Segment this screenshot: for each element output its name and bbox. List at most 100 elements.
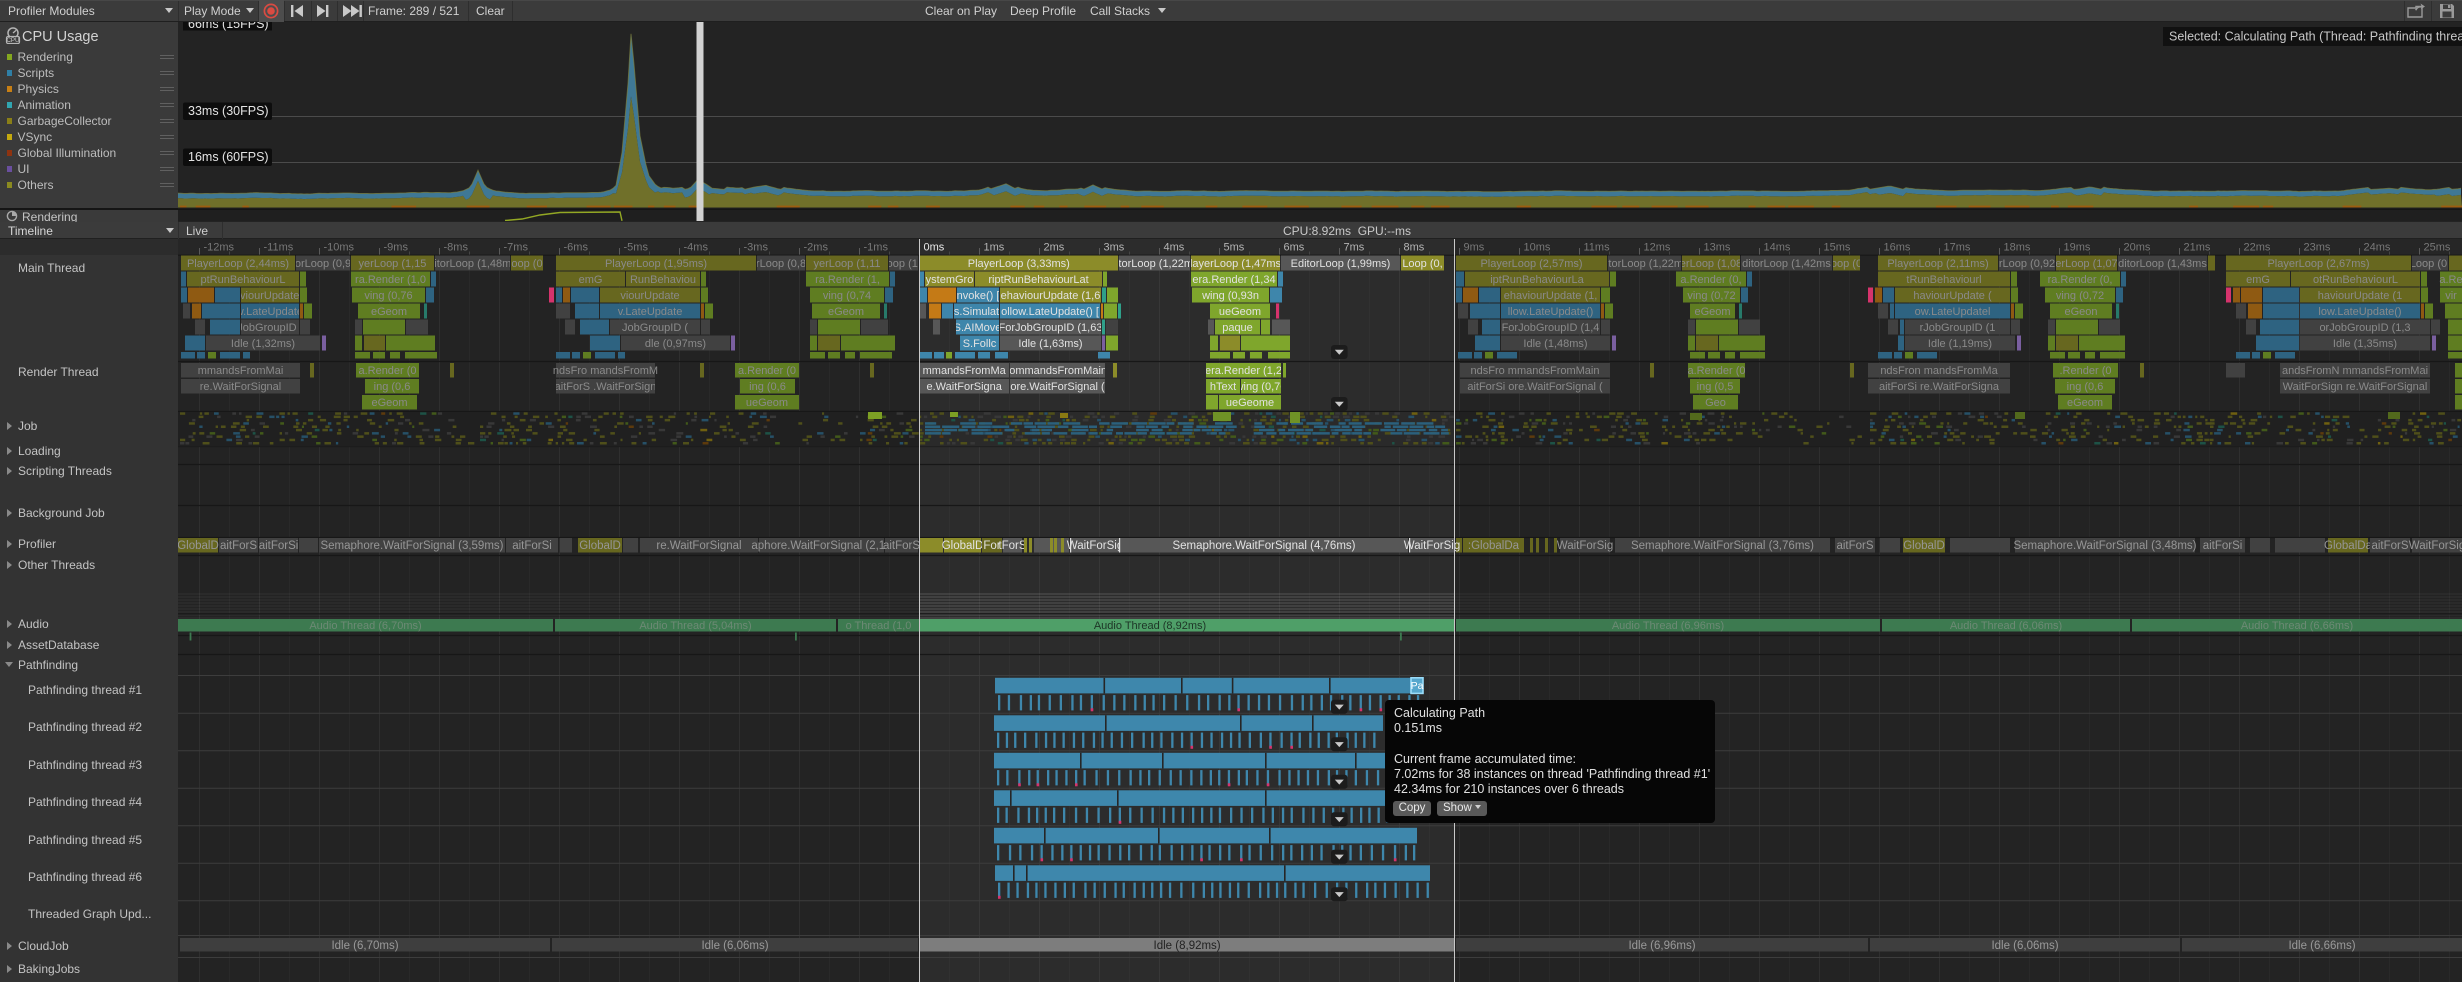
svg-text:Idle (6,06ms): Idle (6,06ms)	[701, 940, 768, 952]
svg-text:GlobalD: GlobalD	[178, 540, 219, 552]
svg-text:ing (0,6: ing (0,6	[374, 381, 411, 393]
svg-text:Idle (1,48ms): Idle (1,48ms)	[1523, 338, 1587, 350]
svg-text:vir: vir	[2445, 290, 2457, 302]
svg-text:Semaphore.WaitForSignal (4,76m: Semaphore.WaitForSignal (4,76ms)	[1172, 540, 1355, 552]
svg-text:aitForS: aitForS	[2371, 540, 2408, 552]
svg-text:Semaphore.WaitForSignal (3,76m: Semaphore.WaitForSignal (3,76ms)	[1631, 540, 1814, 552]
svg-text:e.WaitForSigna: e.WaitForSigna	[926, 381, 1002, 393]
svg-text:a.Render (0: a.Render (0	[358, 365, 416, 377]
svg-text:dle (0,97ms): dle (0,97ms)	[645, 338, 706, 350]
svg-text:-1ms: -1ms	[864, 242, 889, 254]
svg-text:riptRunBehaviourLat: riptRunBehaviourLat	[988, 274, 1088, 286]
svg-text:ditorLoop (1,43ms: ditorLoop (1,43ms	[2118, 258, 2207, 270]
svg-text:Idle (1,19ms): Idle (1,19ms)	[1928, 338, 1992, 350]
svg-text:otRunBehaviourL: otRunBehaviourL	[2313, 274, 2398, 286]
svg-text:7ms: 7ms	[1344, 242, 1365, 254]
svg-text:ehaviourUpdate (1,6: ehaviourUpdate (1,6	[1001, 290, 1101, 302]
svg-text:Idle (6,66ms): Idle (6,66ms)	[2288, 940, 2355, 952]
svg-text:re.WaitForSignal: re.WaitForSignal	[656, 540, 741, 552]
svg-text:ow.LateUpdate(): ow.LateUpdate()	[230, 306, 311, 318]
svg-text:ollow.LateUpdate() [: ollow.LateUpdate() [	[1001, 306, 1099, 318]
svg-text:wing (0,76: wing (0,76	[1235, 381, 1287, 393]
svg-text:PlayerLoop (2,11ms): PlayerLoop (2,11ms)	[1887, 258, 1988, 270]
svg-text:ing (0,6: ing (0,6	[749, 381, 786, 393]
svg-text:ndsFron mandsFromMa: ndsFron mandsFromMa	[1880, 365, 1998, 377]
svg-text:14ms: 14ms	[1764, 242, 1791, 254]
svg-text:aitForSi: aitForSi	[512, 540, 552, 552]
svg-text:GlobalDa: GlobalDa	[2324, 540, 2373, 552]
svg-text:19ms: 19ms	[2064, 242, 2091, 254]
svg-text:ving (0,76: ving (0,76	[364, 290, 412, 302]
svg-text:9ms: 9ms	[1464, 242, 1485, 254]
svg-text:RunBehaviou: RunBehaviou	[630, 274, 696, 286]
svg-text:aitForS: aitForS	[220, 540, 257, 552]
svg-text:eGeom: eGeom	[371, 306, 407, 318]
svg-text:25ms: 25ms	[2424, 242, 2451, 254]
svg-text:erLoop (1,07: erLoop (1,07	[2055, 258, 2117, 270]
svg-text:a.Re: a.Re	[2439, 274, 2462, 286]
svg-text:s.Simulat: s.Simulat	[954, 306, 999, 318]
svg-text:10ms: 10ms	[1524, 242, 1551, 254]
svg-text:66ms (15FPS): 66ms (15FPS)	[188, 22, 269, 31]
svg-text:GlobalD: GlobalD	[579, 540, 621, 552]
svg-text:-7ms: -7ms	[504, 242, 529, 254]
svg-text:haviourUpdate (1: haviourUpdate (1	[2318, 290, 2402, 302]
svg-text:33ms (30FPS): 33ms (30FPS)	[188, 104, 269, 118]
svg-text:hore.WaitForSignal (1: hore.WaitForSignal (1	[1004, 381, 1111, 393]
svg-text:18ms: 18ms	[2004, 242, 2031, 254]
svg-text:itorLoop (1,22m: itorLoop (1,22m	[1606, 258, 1683, 270]
svg-text:Idle (1,63ms): Idle (1,63ms)	[1018, 338, 1082, 350]
svg-text:ving (0,74: ving (0,74	[823, 290, 871, 302]
svg-text:itorLoop (1,22m: itorLoop (1,22m	[1116, 258, 1193, 270]
svg-text:ueGeom: ueGeom	[1219, 306, 1261, 318]
svg-text:era.Render (1,34: era.Render (1,34	[1192, 274, 1275, 286]
svg-text:1ms: 1ms	[984, 242, 1005, 254]
svg-text:ndsFro mmandsFromMain: ndsFro mmandsFromMain	[1471, 365, 1600, 377]
svg-text:aitForSi: aitForSi	[2203, 540, 2243, 552]
svg-text:13ms: 13ms	[1704, 242, 1731, 254]
svg-text:WaitForSig: WaitForSig	[1067, 540, 1123, 552]
svg-text:-10ms: -10ms	[324, 242, 355, 254]
svg-text:erLoop (1,08: erLoop (1,08	[1680, 258, 1742, 270]
svg-text:ptRunBehaviourL: ptRunBehaviourL	[200, 274, 285, 286]
svg-text:ForJobGroupID (1,63: ForJobGroupID (1,63	[999, 322, 1103, 334]
svg-text:Loop (0,: Loop (0,	[1402, 258, 1442, 270]
svg-text:o Thread (1,0: o Thread (1,0	[846, 620, 912, 632]
svg-text:21ms: 21ms	[2184, 242, 2211, 254]
svg-text:eGeon: eGeon	[2064, 306, 2097, 318]
svg-text:PlayerLoop (2,57ms): PlayerLoop (2,57ms)	[1480, 258, 1582, 270]
svg-text:a.Render (0: a.Render (0	[1687, 365, 1745, 377]
svg-text:Pa: Pa	[1411, 680, 1424, 692]
svg-text:ing (0,6: ing (0,6	[2067, 381, 2104, 393]
svg-text:PlayerLoop (3,33ms): PlayerLoop (3,33ms)	[968, 258, 1070, 270]
svg-text:17ms: 17ms	[1944, 242, 1971, 254]
svg-text:orLoop (0,9: orLoop (0,9	[295, 258, 351, 270]
svg-text:llow.LateUpdate(): llow.LateUpdate()	[1508, 306, 1594, 318]
svg-text:6ms: 6ms	[1284, 242, 1305, 254]
svg-text:Audio Thread (6,06ms): Audio Thread (6,06ms)	[1950, 620, 2062, 632]
svg-text:wing (0,93n: wing (0,93n	[1201, 290, 1259, 302]
svg-text:Loop (0,: Loop (0,	[2410, 258, 2450, 270]
svg-text:a.Render (0,: a.Render (0,	[1680, 274, 1741, 286]
svg-text:rLoop (0,92: rLoop (0,92	[1999, 258, 2055, 270]
svg-text:ra.Render (1,0: ra.Render (1,0	[355, 274, 426, 286]
svg-text:-5ms: -5ms	[624, 242, 649, 254]
svg-text:Audio Thread (6,70ms): Audio Thread (6,70ms)	[309, 620, 421, 632]
svg-text:0ms: 0ms	[924, 242, 945, 254]
svg-text:PlayerLoop (2,67ms): PlayerLoop (2,67ms)	[2267, 258, 2369, 270]
svg-text:aitForSi ore.WaitForSignal (: aitForSi ore.WaitForSignal (	[1467, 381, 1603, 393]
svg-text:-9ms: -9ms	[384, 242, 409, 254]
svg-text:16ms (60FPS): 16ms (60FPS)	[188, 150, 269, 164]
svg-text:mmandsFromMa: mmandsFromMa	[923, 365, 1007, 377]
svg-text:nvoke() [: nvoke() [	[957, 290, 1000, 302]
svg-text:Idle (8,92ms): Idle (8,92ms)	[1154, 940, 1221, 952]
svg-text:ow.LateUpdatel: ow.LateUpdatel	[1915, 306, 1991, 318]
svg-text:-3ms: -3ms	[744, 242, 769, 254]
svg-text:tRunBehaviourl: tRunBehaviourl	[1906, 274, 1981, 286]
svg-text:eGeom: eGeom	[1694, 306, 1730, 318]
svg-text:eGeom: eGeom	[371, 397, 407, 409]
svg-text:ra.Render (0,: ra.Render (0,	[2048, 274, 2113, 286]
svg-text:GlobalD: GlobalD	[942, 540, 984, 552]
svg-text:20ms: 20ms	[2124, 242, 2151, 254]
svg-text:hText: hText	[1210, 381, 1236, 393]
